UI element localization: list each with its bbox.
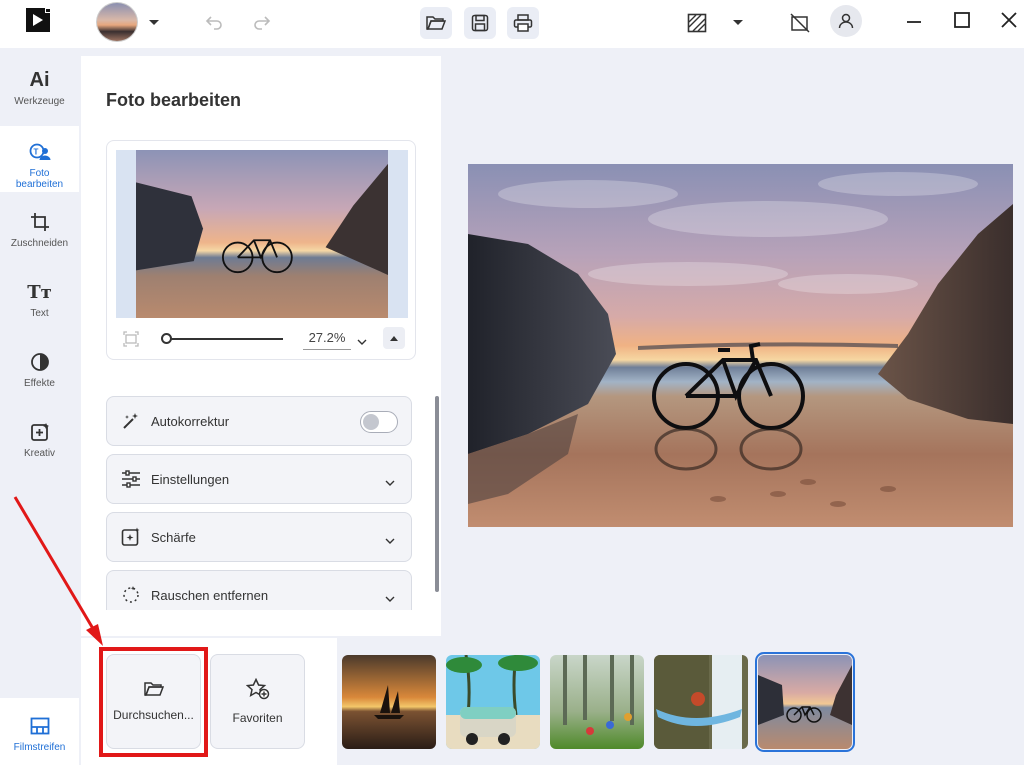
schaerfe-label: Schärfe xyxy=(151,530,196,545)
preview-image xyxy=(136,150,388,318)
sidebar-item-text[interactable]: Tт Text xyxy=(0,280,79,338)
chevron-down-icon xyxy=(385,532,395,550)
close-icon[interactable] xyxy=(999,10,1019,30)
autokorrektur-row: Autokorrektur xyxy=(106,396,412,446)
sidebar-item-effekte[interactable]: Effekte xyxy=(0,350,79,408)
thumbnail-sailboat[interactable] xyxy=(342,655,436,749)
rauschen-section[interactable]: Rauschen entfernen xyxy=(106,570,412,610)
denoise-icon xyxy=(121,585,141,610)
chevron-down-icon xyxy=(385,474,395,492)
zoom-value[interactable]: 27.2% xyxy=(303,330,351,350)
rauschen-label: Rauschen entfernen xyxy=(151,588,269,603)
sharpen-icon xyxy=(121,527,141,552)
zoom-controls: 27.2% xyxy=(107,325,417,353)
sidebar-item-kreativ[interactable]: Kreativ xyxy=(0,420,79,478)
filmstrip-icon xyxy=(30,714,50,738)
photo-edit-icon: T xyxy=(29,140,51,164)
undo-icon[interactable] xyxy=(204,12,224,32)
sidebar-item-label: Foto bearbeiten xyxy=(15,168,64,190)
creative-icon xyxy=(30,420,50,444)
edit-panel: Foto bearbeiten 27.2% Autokorrektur Eins… xyxy=(81,56,441,636)
zoom-slider-handle[interactable] xyxy=(161,333,172,344)
print-button[interactable] xyxy=(507,7,539,39)
magic-wand-icon xyxy=(121,411,141,436)
ai-icon: Ai xyxy=(29,68,50,91)
panel-scrollbar[interactable] xyxy=(435,396,439,592)
sidebar-item-label: Zuschneiden xyxy=(10,238,69,249)
einstellungen-section[interactable]: Einstellungen xyxy=(106,454,412,504)
highlight-box xyxy=(99,647,208,757)
autokorrektur-toggle[interactable] xyxy=(360,411,398,433)
schaerfe-section[interactable]: Schärfe xyxy=(106,512,412,562)
redo-icon[interactable] xyxy=(252,12,272,32)
star-plus-icon xyxy=(245,677,270,703)
thumbnail-waterfall[interactable] xyxy=(654,655,748,749)
zoom-slider-track[interactable] xyxy=(163,338,283,340)
no-crop-icon[interactable] xyxy=(789,12,811,34)
navigator-preview: 27.2% xyxy=(106,140,416,360)
minimize-icon[interactable] xyxy=(904,12,924,32)
sidebar-item-label: Filmstreifen xyxy=(13,742,66,753)
chevron-down-icon xyxy=(385,590,395,608)
compare-icon[interactable] xyxy=(686,12,708,34)
user-account-icon[interactable] xyxy=(830,5,862,37)
chevron-down-icon[interactable] xyxy=(146,15,162,31)
collapse-preview-button[interactable] xyxy=(383,327,405,349)
svg-text:T: T xyxy=(33,148,38,157)
thumbnail-bicycle-beach[interactable] xyxy=(755,652,855,752)
open-folder-button[interactable] xyxy=(420,7,452,39)
thumbnail-van-beach[interactable] xyxy=(446,655,540,749)
favorites-label: Favoriten xyxy=(232,711,283,725)
title-bar xyxy=(0,0,1024,48)
sidebar-item-werkzeuge[interactable]: Ai Werkzeuge xyxy=(0,68,79,126)
thumbnail-kids-forest[interactable] xyxy=(550,655,644,749)
sidebar-item-filmstreifen[interactable]: Filmstreifen xyxy=(0,698,79,765)
main-photo[interactable] xyxy=(468,164,1013,527)
sidebar-item-label: Text xyxy=(30,308,49,319)
effects-icon xyxy=(30,350,50,374)
sidebar-item-foto-bearbeiten[interactable]: T Foto bearbeiten xyxy=(0,126,79,192)
zoom-dropdown-icon[interactable] xyxy=(357,333,367,351)
preview-frame[interactable] xyxy=(116,150,408,318)
sliders-icon xyxy=(121,469,141,494)
panel-title: Foto bearbeiten xyxy=(106,90,242,110)
text-icon: Tт xyxy=(27,281,52,303)
maximize-icon[interactable] xyxy=(952,10,972,30)
sidebar-item-label: Kreativ xyxy=(23,448,56,459)
autokorrektur-label: Autokorrektur xyxy=(151,414,230,429)
fit-screen-icon[interactable] xyxy=(123,331,139,352)
compare-dropdown-icon[interactable] xyxy=(730,15,746,31)
einstellungen-label: Einstellungen xyxy=(151,472,230,487)
save-button[interactable] xyxy=(464,7,496,39)
app-logo-icon xyxy=(26,8,52,34)
sidebar-item-label: Werkzeuge xyxy=(14,96,65,107)
sidebar-item-zuschneiden[interactable]: Zuschneiden xyxy=(0,210,79,268)
avatar[interactable] xyxy=(96,2,138,42)
crop-icon xyxy=(30,210,50,234)
sidebar-item-label: Effekte xyxy=(24,378,55,389)
left-sidebar: Ai Werkzeuge T Foto bearbeiten Zuschneid… xyxy=(0,56,79,765)
favorites-button[interactable]: Favoriten xyxy=(210,654,305,749)
filmstrip xyxy=(337,638,1024,765)
